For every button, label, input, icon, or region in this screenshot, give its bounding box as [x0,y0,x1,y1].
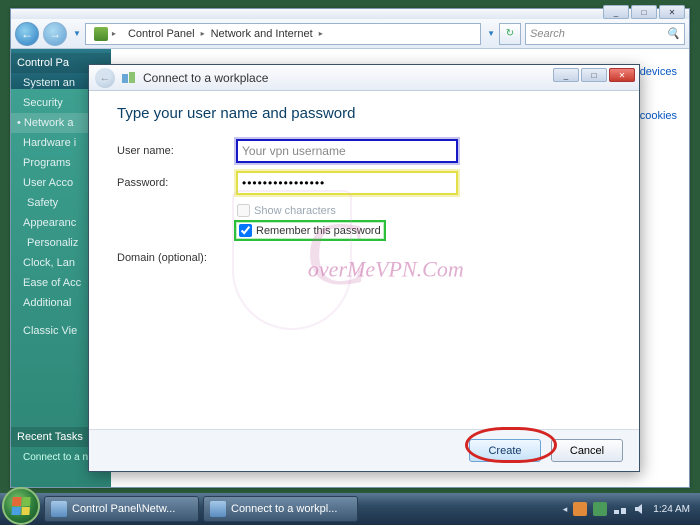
forward-button[interactable]: → [43,22,67,46]
tray-hide-icon[interactable]: ◂ [563,504,568,515]
cancel-button[interactable]: Cancel [551,439,623,462]
show-characters-label: Show characters [254,205,336,217]
network-icon[interactable] [613,502,627,516]
volume-icon[interactable] [633,502,647,516]
system-tray: ◂ 1:24 AM [563,502,696,516]
remember-password-checkbox[interactable] [239,224,252,237]
navigation-bar: ← → ▼ ▸ Control Panel▸ Network and Inter… [11,19,689,49]
create-button[interactable]: Create [469,439,541,462]
explorer-icon [51,501,67,517]
tray-clock[interactable]: 1:24 AM [653,504,690,515]
breadcrumb[interactable]: ▸ Control Panel▸ Network and Internet▸ [85,23,481,45]
username-label: User name: [117,145,237,157]
taskbar-item-label: Control Panel\Netw... [72,503,175,515]
connect-workplace-dialog: ← Connect to a workplace _ □ ✕ Type your… [88,64,640,472]
dialog-body: Type your user name and password User na… [89,91,639,429]
dialog-footer: Create Cancel [89,429,639,471]
start-button[interactable] [2,487,40,525]
breadcrumb-seg-2[interactable]: Network and Internet [205,28,319,40]
search-placeholder: Search [530,28,565,40]
taskbar-item-label: Connect to a workpl... [231,503,337,515]
tray-app-icon-2[interactable] [593,502,607,516]
back-button[interactable]: ← [15,22,39,46]
refresh-button[interactable]: ↻ [499,23,521,45]
username-input[interactable] [237,140,457,162]
search-input[interactable]: Search 🔍 [525,23,685,45]
taskbar: Control Panel\Netw... Connect to a workp… [0,493,700,525]
show-characters-checkbox [237,204,250,217]
dialog-close-button[interactable]: ✕ [609,68,635,82]
windows-logo-icon [11,497,30,515]
explorer-titlebar: _ □ ✕ [11,9,689,19]
maximize-button[interactable]: □ [631,5,657,19]
dialog-title: Connect to a workplace [143,71,268,85]
control-panel-icon [94,27,108,41]
tray-app-icon-1[interactable] [573,502,587,516]
dialog-headline: Type your user name and password [117,105,611,122]
history-dropdown-icon[interactable]: ▼ [73,29,81,38]
remember-password-label: Remember this password [256,225,381,237]
breadcrumb-dropdown-icon[interactable]: ▼ [487,29,495,38]
close-button[interactable]: ✕ [659,5,685,19]
minimize-button[interactable]: _ [603,5,629,19]
search-icon: 🔍 [666,27,680,40]
password-input[interactable] [237,172,457,194]
workplace-icon [121,70,137,86]
dialog-titlebar: ← Connect to a workplace _ □ ✕ [89,65,639,91]
dialog-back-button[interactable]: ← [95,68,115,88]
wizard-icon [210,501,226,517]
password-label: Password: [117,177,237,189]
breadcrumb-seg-1[interactable]: Control Panel [122,28,201,40]
dialog-minimize-button[interactable]: _ [553,68,579,82]
taskbar-item-connect[interactable]: Connect to a workpl... [203,496,358,522]
taskbar-item-controlpanel[interactable]: Control Panel\Netw... [44,496,199,522]
dialog-maximize-button[interactable]: □ [581,68,607,82]
domain-label: Domain (optional): [117,252,237,264]
